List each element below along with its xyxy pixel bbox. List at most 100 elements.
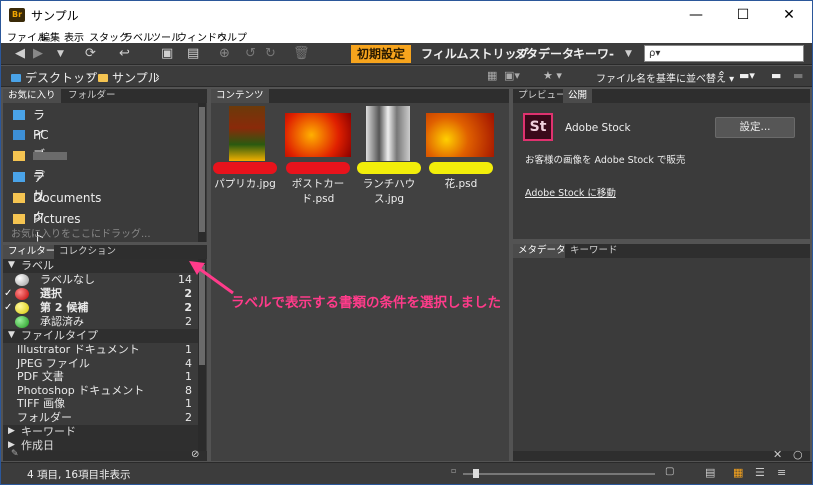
tab-filter[interactable]: フィルター <box>3 245 61 259</box>
rotate-right-icon[interactable]: ↻ <box>265 46 276 62</box>
cancel-icon[interactable]: ✕ <box>773 448 782 461</box>
metadata-tabbar: メタデータ キーワード <box>513 244 810 258</box>
thumbnail-flower[interactable] <box>426 113 494 157</box>
checkmark-icon: ✓ <box>4 288 13 299</box>
view-list-icon[interactable]: ≡ <box>777 466 786 479</box>
back-icon[interactable]: ◀ <box>15 46 25 62</box>
green-label-icon <box>15 316 29 328</box>
maximize-button[interactable]: ☐ <box>720 1 766 29</box>
checkmark-icon: ✓ <box>4 302 13 313</box>
thumb-caption[interactable]: パプリカ.jpg <box>213 176 277 191</box>
filter-label-approved[interactable]: 承認済み 2 <box>3 315 198 329</box>
filter-filetype[interactable]: PDF 文書 1 <box>3 370 198 384</box>
clear-filter-icon[interactable]: ⊘ <box>191 449 199 460</box>
create-icon[interactable]: ⊕ <box>219 46 230 62</box>
favorites-scrollbar[interactable] <box>198 103 206 242</box>
view-grid-icon[interactable]: ▦ <box>487 69 497 82</box>
menu-view[interactable]: 表示 <box>64 29 84 44</box>
lock-grid-icon[interactable]: ▤ <box>705 466 715 479</box>
filter-label-none[interactable]: ラベルなし 14 <box>3 273 198 287</box>
menu-label[interactable]: ラベル <box>123 29 153 44</box>
forward-icon[interactable]: ▶ <box>33 46 43 62</box>
close-button[interactable]: ✕ <box>766 1 812 29</box>
delete-icon[interactable]: ▬ <box>793 69 803 82</box>
slider-handle[interactable] <box>473 469 479 478</box>
path-bar: デスクトップ › サンプル › ▦ ▣▾ ★ ▾ ファイル名を基準に並べ替え ▾… <box>1 66 812 87</box>
sort-dropdown[interactable]: ファイル名を基準に並べ替え ▾ <box>596 70 734 85</box>
filter-filetype[interactable]: Illustrator ドキュメント 1 <box>3 343 198 357</box>
pc-icon <box>13 130 25 140</box>
tab-favorites[interactable]: お気に入り <box>3 89 61 103</box>
sell-text: お客様の画像を Adobe Stock で販売 <box>525 155 686 166</box>
desktop-icon <box>13 172 25 182</box>
toolbar: ◀ ▶ ▼ ⟳ ↩ ▣ ▤ ⊕ ↺ ↻ 🗑 初期設定 フィルムストリップ メタデ… <box>1 43 812 65</box>
zoom-out-icon[interactable]: ▫ <box>451 466 456 475</box>
view-details-icon[interactable]: ☰ <box>755 466 765 479</box>
tab-publish[interactable]: 公開 <box>563 89 593 103</box>
metadata-footer: ✕ ○ <box>513 448 810 461</box>
recent-dropdown-icon[interactable]: ▼ <box>57 46 64 62</box>
open-recent-icon[interactable]: ▬▾ <box>739 69 755 82</box>
refine-icon[interactable]: ▤ <box>187 46 199 62</box>
return-icon[interactable]: ↩ <box>119 46 130 62</box>
camera-icon[interactable]: ▣ <box>161 46 173 62</box>
publish-tabbar: プレビュー 公開 <box>513 89 810 103</box>
sort-ascending-icon[interactable]: ⌃ <box>717 69 726 82</box>
recent-folders-icon[interactable]: ⟳ <box>85 46 96 62</box>
rating-filter-icon[interactable]: ★ ▾ <box>543 69 562 82</box>
trash-icon[interactable]: 🗑 <box>293 46 310 62</box>
filter-panel: フィルター コレクション ▼ ラベル ラベルなし 14 ✓ 選択 2 ✓ 第 2 … <box>3 245 207 451</box>
date-section-header[interactable]: ▶ 作成日 <box>3 439 198 451</box>
workspace-essentials[interactable]: 初期設定 <box>351 45 412 63</box>
breadcrumb-separator-icon: › <box>155 69 160 83</box>
view-thumbnails-icon[interactable]: ▦ <box>733 466 743 479</box>
label-section-header[interactable]: ▼ ラベル <box>3 259 198 273</box>
filter-filetype[interactable]: JPEG ファイル 4 <box>3 357 198 371</box>
thumb-caption[interactable]: ランチハウス.jpg <box>353 176 425 206</box>
settings-button[interactable]: 設定... <box>715 117 795 138</box>
thumbnail-ranch-house[interactable] <box>366 106 410 161</box>
thumbnail-paprika[interactable] <box>229 106 265 161</box>
thumbnail-postcard[interactable] <box>285 113 351 157</box>
tab-keywords[interactable]: キーワード <box>565 244 623 258</box>
minimize-button[interactable]: — <box>673 1 719 29</box>
workspace-keywords[interactable]: キーワ- <box>567 45 620 63</box>
search-input[interactable]: ρ▾ <box>644 45 804 62</box>
tab-metadata[interactable]: メタデータ <box>513 244 571 258</box>
filter-filetype[interactable]: フォルダー 2 <box>3 411 198 425</box>
apply-icon[interactable]: ○ <box>793 448 803 461</box>
filter-tabbar: フィルター コレクション <box>3 245 207 259</box>
filter-label-second[interactable]: ✓ 第 2 候補 2 <box>3 301 198 315</box>
publish-panel: プレビュー 公開 St Adobe Stock 設定... お客様の画像を Ad… <box>513 89 810 239</box>
thumb-caption[interactable]: 花.psd <box>429 176 493 191</box>
keyword-section-header[interactable]: ▶ キーワード <box>3 425 198 439</box>
breadcrumb-sample[interactable]: サンプル <box>98 69 160 86</box>
rotate-left-icon[interactable]: ↺ <box>245 46 256 62</box>
filter-filetype[interactable]: TIFF 画像 1 <box>3 397 198 411</box>
menu-edit[interactable]: 編集 <box>40 29 60 44</box>
filter-label-select[interactable]: ✓ 選択 2 <box>3 287 198 301</box>
tab-collections[interactable]: コレクション <box>54 245 122 259</box>
filter-filetype[interactable]: Photoshop ドキュメント 8 <box>3 384 198 398</box>
thumb-caption[interactable]: ポストカード.psd <box>281 176 355 206</box>
thumb-label-bar <box>286 162 350 174</box>
thumb-label-bar <box>213 162 277 174</box>
view-options-icon[interactable]: ▣▾ <box>504 69 520 82</box>
folder-icon <box>98 74 108 82</box>
new-folder-icon[interactable]: ▬ <box>771 69 781 82</box>
adobe-stock-link[interactable]: Adobe Stock に移動 <box>525 185 616 199</box>
scroll-thumb[interactable] <box>199 107 205 232</box>
tab-preview[interactable]: プレビュー <box>513 89 571 103</box>
workspace-more-icon[interactable]: ▼ <box>625 46 632 62</box>
red-label-icon <box>15 288 29 300</box>
menu-help[interactable]: ヘルプ <box>217 29 247 44</box>
tab-folders[interactable]: フォルダー <box>63 89 121 103</box>
favorites-panel: お気に入り フォルダー ライブラリ PC デスクトップ Documents Pi… <box>3 89 207 284</box>
breadcrumb-desktop[interactable]: デスクトップ <box>11 69 97 86</box>
favorites-drop-hint: お気に入りをここにドラッグ... <box>11 229 151 240</box>
thumbnail-size-slider[interactable] <box>463 473 655 475</box>
filetype-section-header[interactable]: ▼ ファイルタイプ <box>3 329 198 343</box>
tab-content[interactable]: コンテンツ <box>211 89 269 103</box>
zoom-in-icon[interactable]: ▢ <box>665 466 674 477</box>
pin-icon[interactable]: ✎ <box>11 449 19 459</box>
